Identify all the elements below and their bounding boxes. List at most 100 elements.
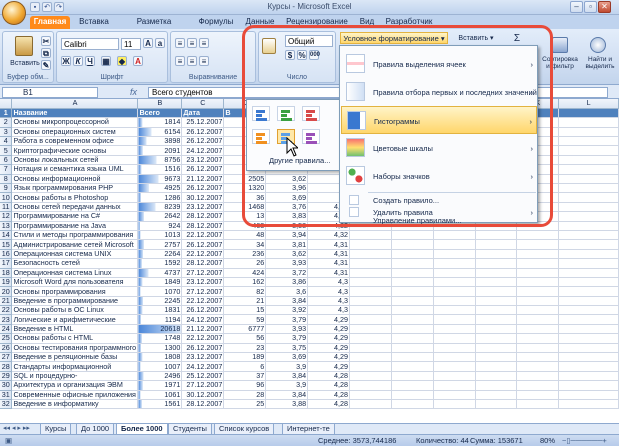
total-cell[interactable]: 9673	[137, 174, 183, 185]
total-cell[interactable]: 1007	[137, 361, 183, 372]
cell[interactable]	[558, 268, 619, 278]
shrink-font-icon[interactable]: a	[155, 38, 165, 48]
cell[interactable]	[475, 249, 518, 260]
name-cell[interactable]: Операционная система Linux	[11, 268, 139, 278]
cell[interactable]: 3,79	[265, 333, 309, 344]
cell[interactable]: 82	[223, 286, 267, 297]
find-icon[interactable]	[590, 37, 606, 53]
italic-icon[interactable]: К	[73, 56, 83, 66]
name-cell[interactable]: Безопасность сетей	[11, 258, 139, 269]
cell[interactable]	[558, 352, 619, 363]
cell[interactable]	[433, 305, 476, 316]
cell[interactable]: 4,3	[307, 296, 350, 307]
cell[interactable]	[433, 268, 476, 278]
cell[interactable]	[558, 221, 619, 231]
fx-icon[interactable]: fx	[130, 87, 137, 97]
save-icon[interactable]: ▪	[30, 2, 40, 12]
total-cell[interactable]: 1808	[137, 352, 183, 363]
cell[interactable]	[475, 380, 518, 391]
date-cell[interactable]: 26.12.2007	[181, 136, 225, 147]
cell[interactable]	[349, 230, 392, 241]
header-total-cell[interactable]: Всего	[137, 108, 183, 119]
cell[interactable]: 15	[223, 305, 267, 316]
cell[interactable]	[349, 324, 392, 335]
date-cell[interactable]: 27.12.2007	[181, 380, 225, 391]
cell[interactable]	[349, 314, 392, 325]
date-cell[interactable]: 26.12.2007	[181, 239, 225, 250]
total-cell[interactable]: 2091	[137, 145, 183, 156]
date-cell[interactable]: 26.12.2007	[181, 343, 225, 354]
date-cell[interactable]: 30.12.2007	[181, 192, 225, 203]
cell[interactable]	[391, 343, 434, 354]
cell[interactable]	[475, 230, 518, 241]
cut-icon[interactable]: ✂	[41, 36, 51, 46]
total-cell[interactable]: 1286	[137, 192, 183, 203]
cell[interactable]	[516, 286, 560, 297]
total-cell[interactable]: 1831	[137, 305, 183, 316]
date-cell[interactable]: 22.12.2007	[181, 249, 225, 260]
cell[interactable]	[433, 314, 476, 325]
cell[interactable]	[558, 183, 619, 194]
cell[interactable]	[433, 296, 476, 307]
cell[interactable]	[558, 230, 619, 241]
date-cell[interactable]: 21.12.2007	[181, 324, 225, 335]
date-cell[interactable]: 24.12.2007	[181, 314, 225, 325]
date-cell[interactable]: 25.12.2007	[181, 117, 225, 128]
date-cell[interactable]: 21.12.2007	[181, 174, 225, 185]
cell[interactable]	[558, 202, 619, 213]
cell[interactable]	[391, 277, 434, 288]
cell[interactable]: 3,92	[265, 305, 309, 316]
font-name-box[interactable]: Calibri	[61, 38, 119, 50]
office-button[interactable]	[2, 1, 26, 25]
cell[interactable]	[391, 239, 434, 250]
date-cell[interactable]: 26.12.2007	[181, 183, 225, 194]
name-cell[interactable]: Microsoft Word для пользователя	[11, 277, 139, 288]
cell[interactable]	[516, 268, 560, 278]
cell[interactable]	[475, 333, 518, 344]
total-cell[interactable]: 1748	[137, 333, 183, 344]
cell[interactable]	[516, 399, 560, 410]
cell[interactable]: 28	[223, 390, 267, 401]
total-cell[interactable]: 1013	[137, 230, 183, 241]
cell[interactable]: 3,72	[265, 268, 309, 278]
cell[interactable]	[475, 286, 518, 297]
column-header[interactable]: L	[558, 99, 619, 109]
total-cell[interactable]: 1592	[137, 258, 183, 269]
cell[interactable]: 96	[223, 380, 267, 391]
name-cell[interactable]: Введение в HTML	[11, 324, 139, 335]
underline-icon[interactable]: Ч	[85, 56, 95, 66]
cell[interactable]	[516, 371, 560, 382]
cell[interactable]	[391, 296, 434, 307]
name-cell[interactable]: Стандарты информационной	[11, 361, 139, 372]
cell[interactable]: 3,62	[265, 249, 309, 260]
total-cell[interactable]: 1814	[137, 117, 183, 128]
cell[interactable]	[433, 239, 476, 250]
align-top-icon[interactable]: ≡	[175, 38, 185, 48]
total-cell[interactable]: 3898	[137, 136, 183, 147]
cell[interactable]	[558, 399, 619, 410]
cell[interactable]	[516, 343, 560, 354]
copy-icon[interactable]: ⧉	[41, 48, 51, 58]
cell[interactable]	[475, 390, 518, 401]
name-cell[interactable]: Введение в реляционные базы	[11, 352, 139, 363]
cell[interactable]	[475, 277, 518, 288]
cell[interactable]	[558, 305, 619, 316]
cell[interactable]	[516, 324, 560, 335]
cell[interactable]	[558, 155, 619, 166]
cell[interactable]	[433, 390, 476, 401]
name-cell[interactable]: Логические и арифметические	[11, 314, 139, 325]
cell[interactable]: 4,29	[307, 333, 350, 344]
cell[interactable]	[558, 108, 619, 119]
name-cell[interactable]: Введение в информатику	[11, 399, 139, 410]
date-cell[interactable]: 27.12.2007	[181, 268, 225, 278]
cell[interactable]: 3,84	[265, 390, 309, 401]
total-cell[interactable]: 8756	[137, 155, 183, 166]
fill-color-icon[interactable]: ◆	[117, 56, 127, 66]
cell[interactable]	[516, 361, 560, 372]
cell[interactable]	[516, 258, 560, 269]
cell[interactable]: 3,9	[265, 361, 309, 372]
cell[interactable]	[391, 268, 434, 278]
cell[interactable]: 4,29	[307, 314, 350, 325]
cell[interactable]	[516, 390, 560, 401]
cell[interactable]	[475, 399, 518, 410]
